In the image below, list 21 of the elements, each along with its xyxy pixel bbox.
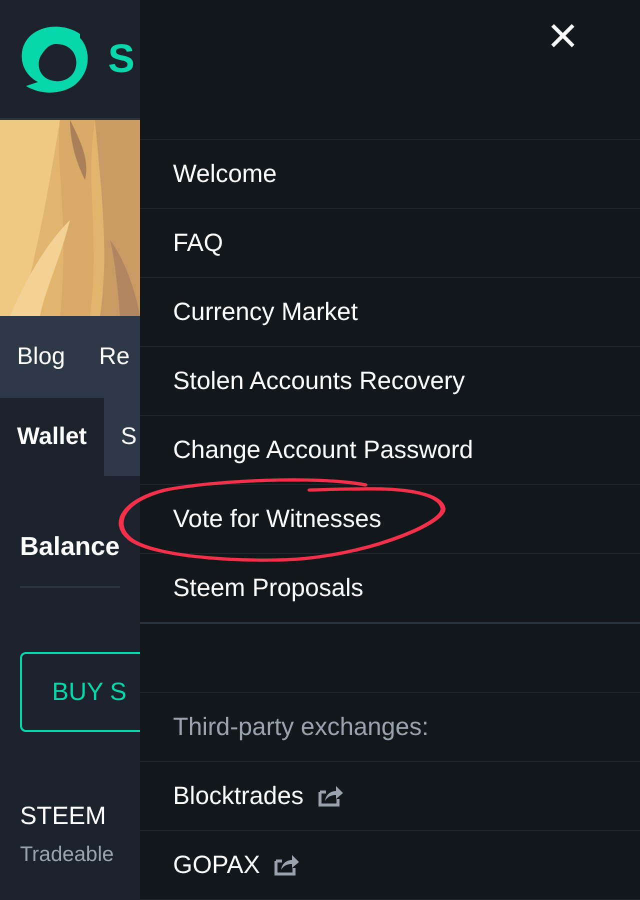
logo-text: S <box>108 36 135 82</box>
token-name: STEEM <box>20 802 108 831</box>
menu-link[interactable]: Change Account Password <box>173 436 474 464</box>
tab[interactable]: S <box>104 398 140 476</box>
menu-link[interactable]: Stolen Accounts Recovery <box>173 366 465 396</box>
menu-link[interactable]: Welcome <box>173 160 277 188</box>
external-link-icon <box>274 854 300 876</box>
nav-link[interactable]: Re <box>99 343 130 371</box>
exchange-link[interactable]: Blocktrades <box>173 782 344 810</box>
menu-link[interactable]: FAQ <box>173 228 224 258</box>
token-description: Tradeable <box>20 843 115 867</box>
close-button[interactable]: × <box>548 0 640 62</box>
menu-link[interactable]: Steem Proposals <box>173 574 364 602</box>
menu-link[interactable]: Currency Market <box>173 298 358 326</box>
external-link-icon <box>318 785 344 807</box>
tab[interactable]: Wallet <box>0 398 104 476</box>
menu-link[interactable]: Vote for Witnesses <box>173 504 382 534</box>
balance-title: Balance <box>20 476 120 588</box>
section-heading: Third-party exchanges: <box>173 712 429 742</box>
exchange-link[interactable]: GOPAX <box>173 850 300 880</box>
nav-link[interactable]: Blog <box>17 343 66 371</box>
